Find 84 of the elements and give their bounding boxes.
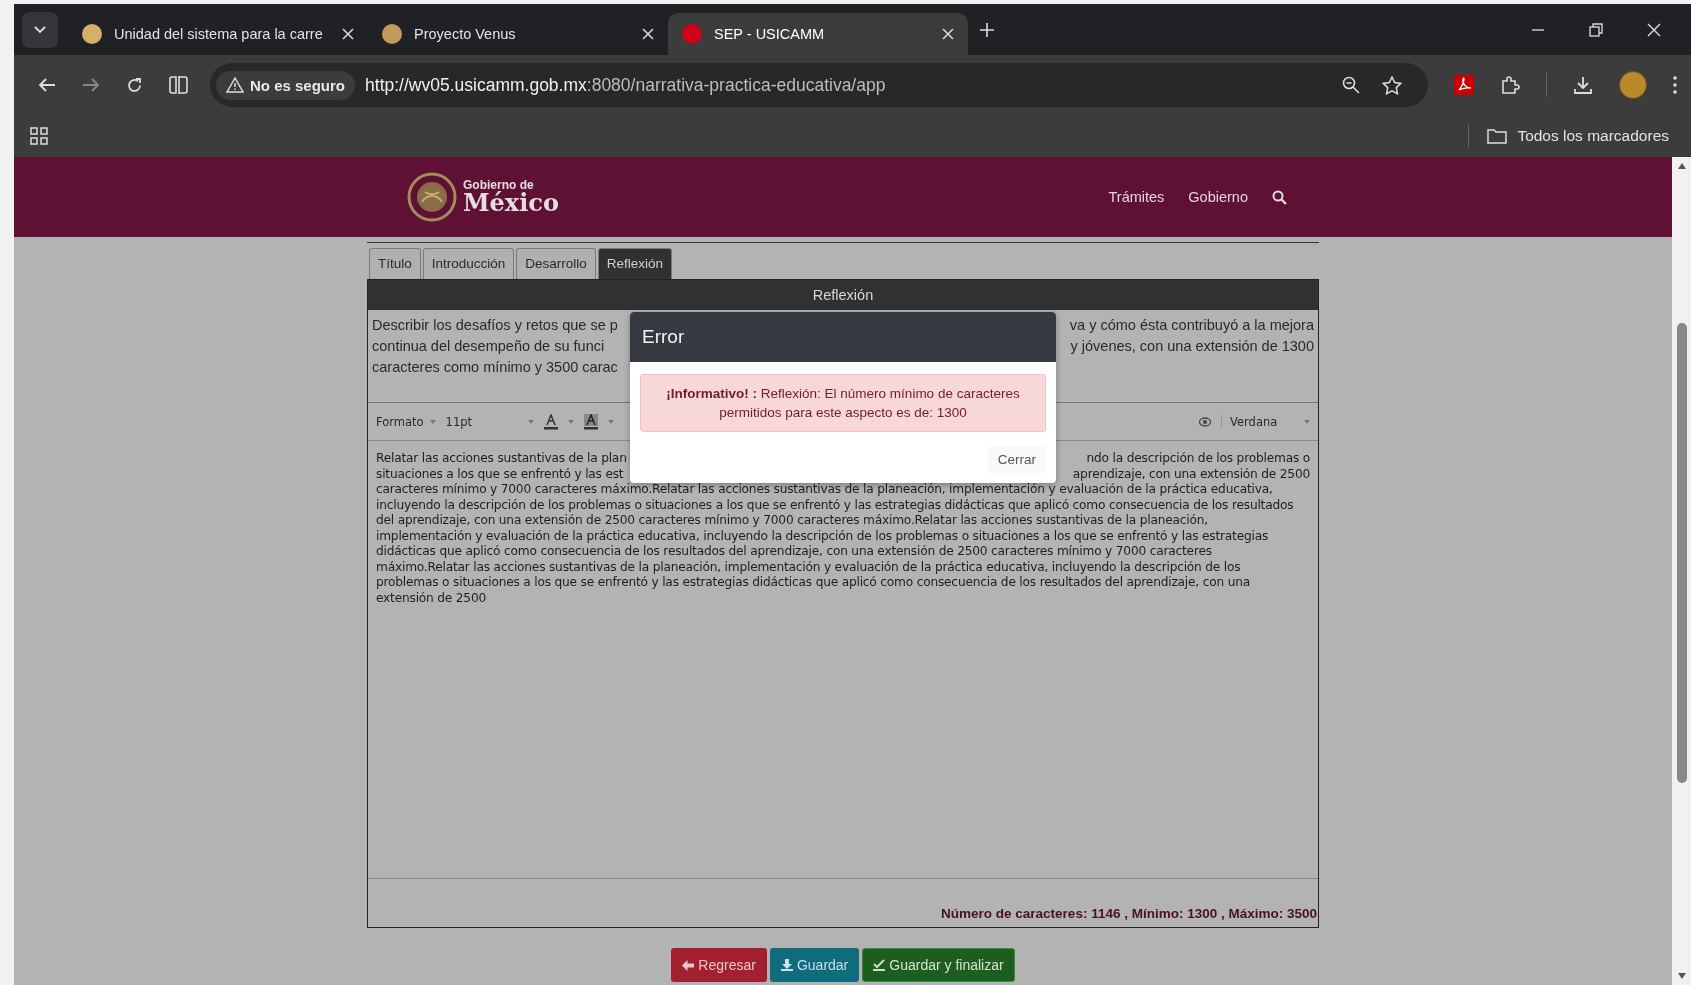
emblem-icon <box>407 172 457 222</box>
apps-grid-icon[interactable] <box>30 127 48 145</box>
pdf-extension-icon[interactable] <box>1454 75 1474 95</box>
description-text: caracteres como mínimo y 3500 carac <box>372 358 618 377</box>
panel-title: Reflexión <box>368 280 1318 310</box>
forward-arrow-icon[interactable] <box>82 77 100 93</box>
star-icon[interactable] <box>1382 75 1402 95</box>
editor-text: didácticas que aplicó como consecuencia de los resultados del aprendizaje, con una extensión de 2500 caracteres mínimo y 7000 caracteres <box>376 544 1212 560</box>
nav-link[interactable]: Trámites <box>1108 189 1165 205</box>
search-icon[interactable] <box>1272 189 1287 205</box>
restore-icon[interactable] <box>1589 22 1603 37</box>
tab-search-button[interactable] <box>22 11 58 48</box>
editor-text: ndo la descripción de los problemas o <box>1086 451 1310 467</box>
editor-text: incluyendo la descripción de los problemas o situaciones a los que se enfrentó y las estrategias didácticas que aplicó como consecuencia de los resultados <box>376 497 1294 513</box>
font-dropdown[interactable]: Verdana <box>1221 414 1310 429</box>
nav-link[interactable]: Gobierno <box>1188 189 1248 205</box>
check-edit-icon <box>873 959 886 971</box>
scrollbar[interactable] <box>1672 157 1691 985</box>
browser-tab[interactable]: SEP - USICAMM <box>668 13 968 55</box>
dialog-title: Error <box>642 326 685 347</box>
reload-icon[interactable] <box>126 76 143 94</box>
caret-icon <box>429 419 436 424</box>
caret-icon <box>527 419 534 424</box>
logo-title: México <box>463 191 559 215</box>
finish-button[interactable]: Guardar y finalizar <box>862 948 1015 982</box>
text-color-icon[interactable] <box>543 413 558 430</box>
download-icon[interactable] <box>1573 75 1593 95</box>
format-dropdown[interactable]: Formato <box>376 414 436 429</box>
editor-text: Relatar las acciones sustantivas de la plan <box>376 451 627 467</box>
back-button[interactable]: Regresar <box>671 948 767 982</box>
address-bar[interactable]: No es seguro http://wv05.usicamm.gob.mx:8080/narrativa-practica-educativa/app <box>210 63 1428 107</box>
close-icon[interactable] <box>342 28 354 40</box>
tab-title: Proyecto Venus <box>414 26 517 42</box>
caret-icon <box>1304 419 1310 424</box>
split-view-icon[interactable] <box>169 76 188 94</box>
plus-icon[interactable] <box>980 22 994 37</box>
description-text: va y cómo ésta contribuyó a la mejora <box>1069 316 1314 335</box>
close-icon[interactable] <box>942 28 954 40</box>
description-text: y jóvenes, con una extensión de 1300 <box>1070 337 1314 356</box>
zoom-out-icon[interactable] <box>1342 76 1360 94</box>
bookmarks-folder[interactable]: Todos los marcadores <box>1487 127 1669 145</box>
puzzle-icon[interactable] <box>1500 75 1520 95</box>
preview-icon[interactable] <box>1199 415 1211 428</box>
close-button[interactable]: Cerrar <box>987 446 1046 473</box>
editor-text: máximo.Relatar las acciones sustantivas de la planeación, implementación y evaluación de la práctica educativa, incluyendo la descripción de los <box>376 559 1241 575</box>
section-tab[interactable]: Título <box>369 248 421 279</box>
url-text: http://wv05.usicamm.gob.mx:8080/narrativa-practica-educativa/app <box>365 74 886 96</box>
section-tab[interactable]: Reflexión <box>597 248 673 279</box>
editor-text: implementación y evaluación de la práctica educativa, incluyendo la descripción de los problemas o situaciones a los que se enfrentó y las estrategias <box>376 528 1269 544</box>
close-icon[interactable] <box>642 28 654 40</box>
editor-text: problemas o situaciones a los que se enfrentó y las estrategias didácticas que aplicó como consecuencia de los resultados del aprendizaje, con una <box>376 575 1250 591</box>
section-tab[interactable]: Desarrollo <box>516 248 596 279</box>
scroll-up-icon[interactable] <box>1677 163 1686 169</box>
back-arrow-icon[interactable] <box>38 77 56 93</box>
folder-icon <box>1487 128 1508 144</box>
editor-text: caracteres mínimo y 7000 caracteres máximo.Relatar las acciones sustantivas de la planeación, implementación y evaluación de la práctica educativa, <box>376 482 1273 498</box>
editor-text: aprendizaje, con una extensión de 2500 <box>1072 466 1310 482</box>
tab-title: Unidad del sistema para la carre <box>114 26 324 42</box>
tab-title: SEP - USICAMM <box>714 26 826 42</box>
alert-message: ¡Informativo! : Reflexión: El número mínimo de caracteres permitidos para este aspecto es de: 1300 <box>640 374 1046 432</box>
save-button[interactable]: Guardar <box>769 948 860 982</box>
security-chip[interactable]: No es seguro <box>216 70 356 100</box>
download-icon <box>780 959 793 971</box>
close-icon[interactable] <box>1647 22 1661 37</box>
security-label: No es seguro <box>250 76 346 94</box>
profile-avatar[interactable] <box>1619 71 1647 99</box>
editor-text: extensión de 2500 <box>376 590 486 606</box>
chevron-down-icon <box>34 25 46 34</box>
section-tab[interactable]: Introducción <box>422 248 515 279</box>
scroll-down-icon[interactable] <box>1677 973 1686 979</box>
character-count: Número de caracteres: 1146 , Mínimo: 1300 , Máximo: 3500 <box>940 905 1318 923</box>
browser-tab[interactable]: Unidad del sistema para la carre <box>68 13 368 55</box>
editor-text: situaciones a los que se enfrentó y las est <box>376 466 624 482</box>
warning-icon <box>226 77 244 93</box>
browser-tab[interactable]: Proyecto Venus <box>368 13 668 55</box>
bookmarks-label: Todos los marcadores <box>1517 127 1669 145</box>
description-text: continua del desempeño de su funci <box>372 337 605 356</box>
editor-text: del aprendizaje, con una extensión de 2500 caracteres mínimo y 7000 caracteres máximo.Relatar las acciones sustantivas de la planeación, <box>376 513 1208 529</box>
size-dropdown[interactable]: 11pt <box>445 414 534 429</box>
left-arrow-icon <box>682 959 695 971</box>
menu-icon[interactable] <box>1673 76 1677 94</box>
background-color-icon[interactable] <box>583 413 598 430</box>
logo-subtitle: Gobierno de <box>463 179 534 191</box>
description-text: Describir los desafíos y retos que se p <box>372 316 618 335</box>
